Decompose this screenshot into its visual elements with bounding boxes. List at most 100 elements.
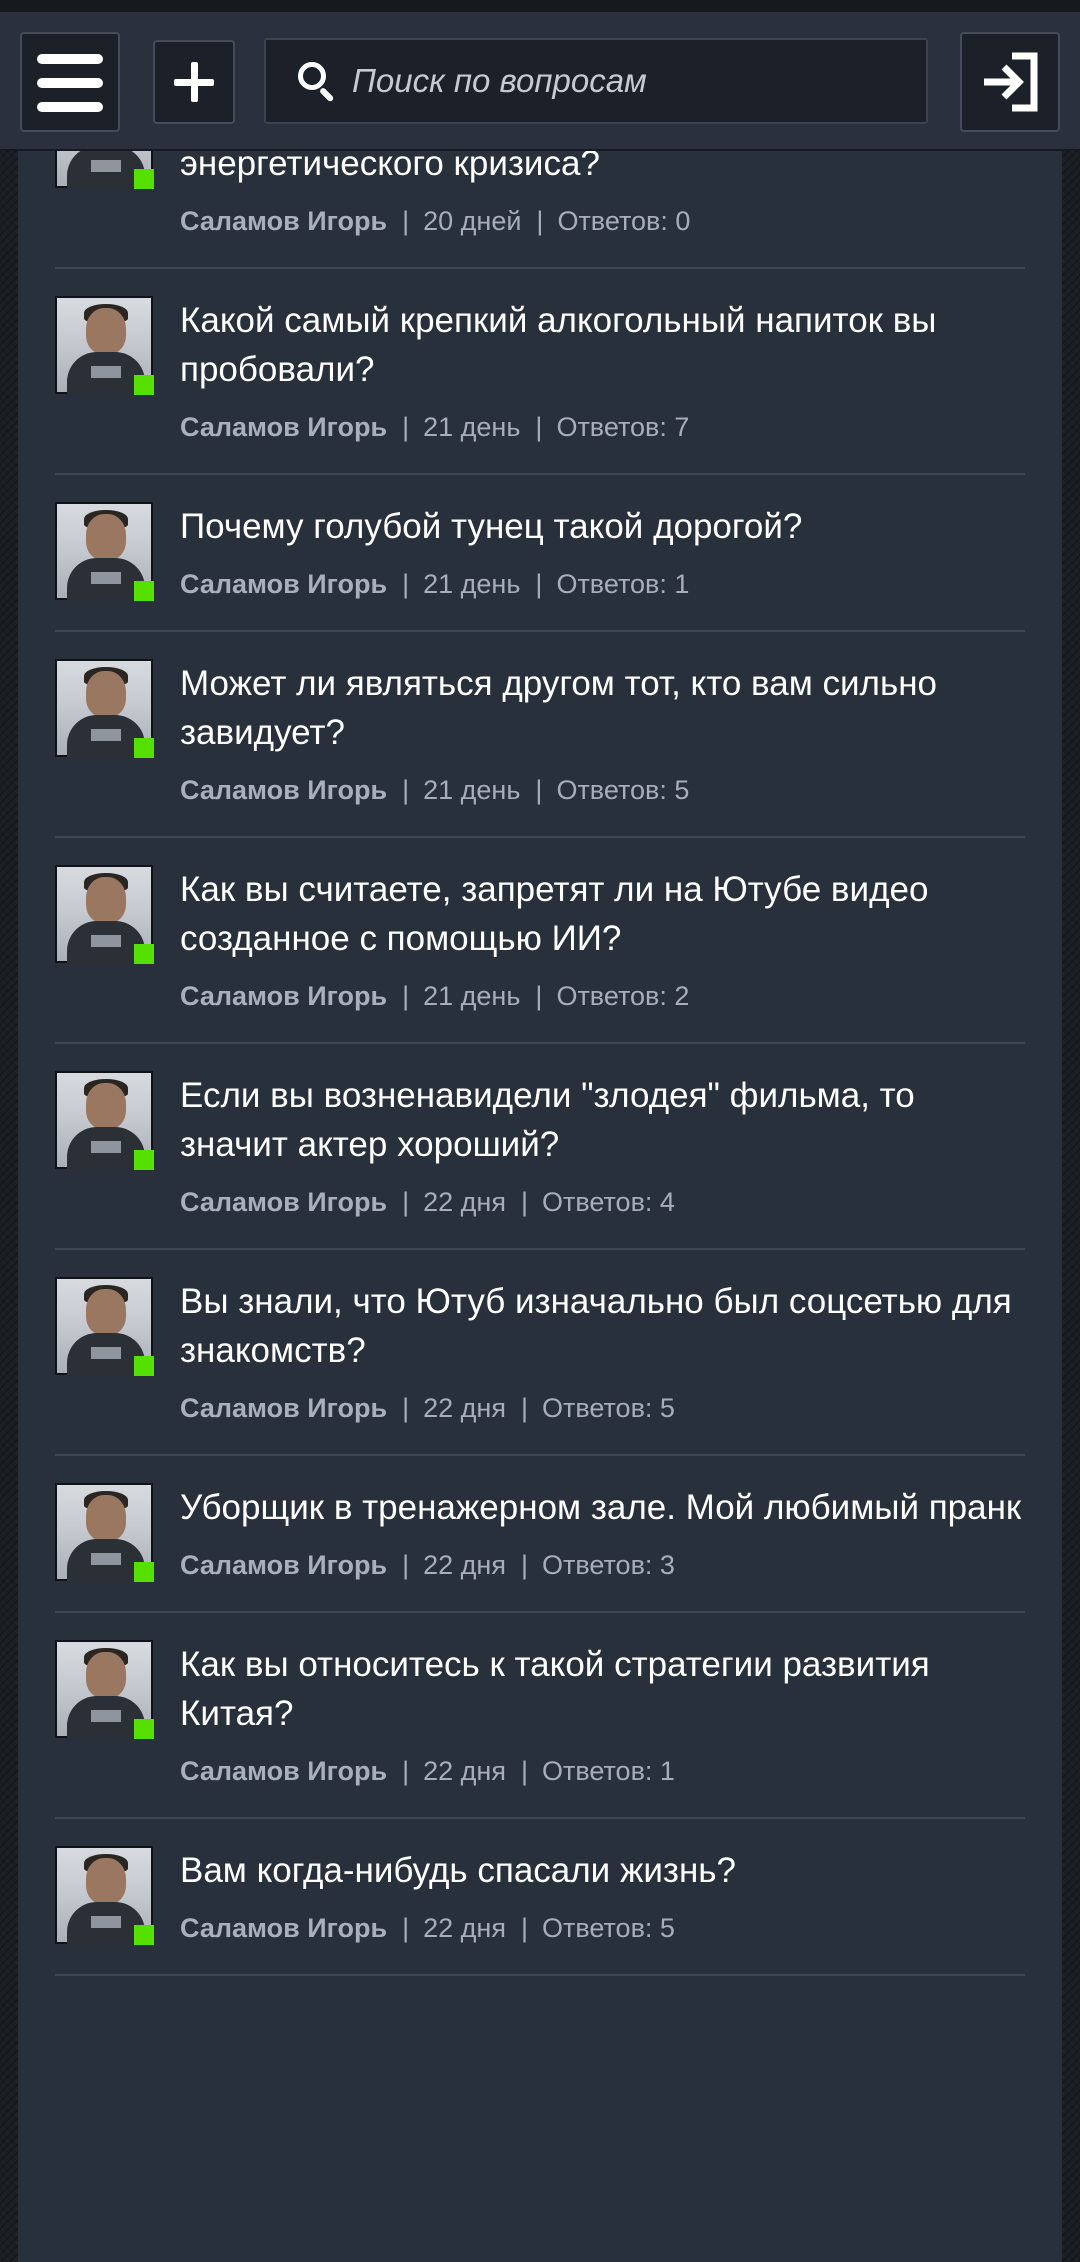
question-meta: Саламов Игорь | 21 день | Ответов: 2 (180, 979, 1025, 1013)
question-author[interactable]: Саламов Игорь (180, 775, 387, 805)
question-author[interactable]: Саламов Игорь (180, 1550, 387, 1580)
meta-separator: | (402, 569, 410, 599)
meta-separator: | (402, 775, 410, 805)
question-title[interactable]: Вам когда-нибудь спасали жизнь? (180, 1846, 1025, 1895)
question-item: Вам когда-нибудь спасали жизнь? Саламов … (55, 1819, 1025, 1976)
avatar[interactable] (55, 296, 154, 395)
question-title[interactable]: Какой самый крепкий алкогольный напиток … (180, 296, 1025, 394)
avatar[interactable] (55, 865, 154, 964)
avatar[interactable] (55, 1483, 154, 1582)
question-title[interactable]: Может ли являться другом тот, кто вам си… (180, 659, 1025, 757)
question-author[interactable]: Саламов Игорь (180, 569, 387, 599)
meta-separator: | (520, 1187, 528, 1217)
avatar[interactable] (55, 659, 154, 758)
question-item: К чему приведет зеленая политика ЕС во в… (55, 151, 1025, 269)
search-box (264, 38, 928, 124)
avatar[interactable] (55, 1846, 154, 1945)
question-age: 20 дней (423, 206, 522, 236)
question-author[interactable]: Саламов Игорь (180, 412, 387, 442)
meta-separator: | (402, 1393, 410, 1423)
add-question-button[interactable] (153, 40, 235, 124)
answers-count: Ответов: 4 (541, 1187, 675, 1217)
status-strip (0, 0, 1080, 12)
question-author[interactable]: Саламов Игорь (180, 1187, 387, 1217)
meta-separator: | (520, 1913, 528, 1943)
meta-separator: | (402, 1756, 410, 1786)
question-age: 21 день (423, 569, 521, 599)
question-item: Как вы считаете, запретят ли на Ютубе ви… (55, 838, 1025, 1044)
question-title[interactable]: К чему приведет зеленая политика ЕС во в… (180, 151, 1025, 188)
answers-count: Ответов: 7 (556, 412, 690, 442)
question-author[interactable]: Саламов Игорь (180, 1393, 387, 1423)
meta-separator: | (402, 981, 410, 1011)
question-body: К чему приведет зеленая политика ЕС во в… (180, 151, 1025, 238)
question-author[interactable]: Саламов Игорь (180, 981, 387, 1011)
avatar[interactable] (55, 1277, 154, 1376)
top-header (0, 12, 1080, 151)
question-author[interactable]: Саламов Игорь (180, 1756, 387, 1786)
question-body: Какой самый крепкий алкогольный напиток … (180, 296, 1025, 444)
question-item: Вы знали, что Ютуб изначально был соцсет… (55, 1250, 1025, 1456)
question-body: Уборщик в тренажерном зале. Мой любимый … (180, 1483, 1025, 1582)
question-body: Почему голубой тунец такой дорогой? Сала… (180, 502, 1025, 601)
question-age: 21 день (423, 981, 521, 1011)
login-icon (984, 52, 1038, 112)
answers-count: Ответов: 3 (541, 1550, 675, 1580)
online-status-indicator (134, 1562, 154, 1582)
question-meta: Саламов Игорь | 22 дня | Ответов: 4 (180, 1185, 1025, 1219)
avatar[interactable] (55, 502, 154, 601)
question-body: Может ли являться другом тот, кто вам си… (180, 659, 1025, 807)
question-body: Вы знали, что Ютуб изначально был соцсет… (180, 1277, 1025, 1425)
question-title[interactable]: Как вы относитесь к такой стратегии разв… (180, 1640, 1025, 1738)
answers-count: Ответов: 0 (557, 206, 691, 236)
meta-separator: | (535, 412, 543, 442)
answers-count: Ответов: 1 (556, 569, 690, 599)
answers-count: Ответов: 2 (556, 981, 690, 1011)
question-title[interactable]: Уборщик в тренажерном зале. Мой любимый … (180, 1483, 1025, 1532)
search-input[interactable] (352, 52, 912, 110)
question-body: Если вы возненавидели "злодея" фильма, т… (180, 1071, 1025, 1219)
question-item: Почему голубой тунец такой дорогой? Сала… (55, 475, 1025, 632)
avatar[interactable] (55, 151, 154, 189)
question-item: Уборщик в тренажерном зале. Мой любимый … (55, 1456, 1025, 1613)
question-age: 22 дня (423, 1393, 506, 1423)
online-status-indicator (134, 581, 154, 601)
question-age: 22 дня (423, 1913, 506, 1943)
meta-separator: | (402, 206, 410, 236)
answers-count: Ответов: 5 (541, 1393, 675, 1423)
menu-button[interactable] (20, 32, 120, 132)
question-title[interactable]: Если вы возненавидели "злодея" фильма, т… (180, 1071, 1025, 1169)
online-status-indicator (134, 375, 154, 395)
avatar[interactable] (55, 1071, 154, 1170)
question-meta: Саламов Игорь | 21 день | Ответов: 5 (180, 773, 1025, 807)
question-age: 22 дня (423, 1550, 506, 1580)
question-meta: Саламов Игорь | 21 день | Ответов: 7 (180, 410, 1025, 444)
question-title[interactable]: Вы знали, что Ютуб изначально был соцсет… (180, 1277, 1025, 1375)
question-title[interactable]: Как вы считаете, запретят ли на Ютубе ви… (180, 865, 1025, 963)
online-status-indicator (134, 738, 154, 758)
question-list: Саламов Игорь | 20 дней | Ответов: 3 К чему … (55, 151, 1025, 1976)
question-meta: Саламов Игорь | 22 дня | Ответов: 5 (180, 1911, 1025, 1945)
question-author[interactable]: Саламов Игорь (180, 1913, 387, 1943)
search-icon (298, 62, 338, 103)
question-meta: Саламов Игорь | 22 дня | Ответов: 3 (180, 1548, 1025, 1582)
question-item: Если вы возненавидели "злодея" фильма, т… (55, 1044, 1025, 1250)
meta-separator: | (520, 1393, 528, 1423)
question-item: Какой самый крепкий алкогольный напиток … (55, 269, 1025, 475)
question-title[interactable]: Почему голубой тунец такой дорогой? (180, 502, 1025, 551)
meta-separator: | (535, 775, 543, 805)
question-age: 21 день (423, 775, 521, 805)
question-age: 22 дня (423, 1187, 506, 1217)
online-status-indicator (134, 1356, 154, 1376)
meta-separator: | (402, 1187, 410, 1217)
login-button[interactable] (960, 32, 1060, 132)
online-status-indicator (134, 169, 154, 189)
question-author[interactable]: Саламов Игорь (180, 206, 387, 236)
online-status-indicator (134, 1719, 154, 1739)
avatar[interactable] (55, 1640, 154, 1739)
question-body: Вам когда-нибудь спасали жизнь? Саламов … (180, 1846, 1025, 1945)
question-age: 21 день (423, 412, 521, 442)
question-item: Как вы относитесь к такой стратегии разв… (55, 1613, 1025, 1819)
question-meta: Саламов Игорь | 20 дней | Ответов: 0 (180, 204, 1025, 238)
question-meta: Саламов Игорь | 21 день | Ответов: 1 (180, 567, 1025, 601)
